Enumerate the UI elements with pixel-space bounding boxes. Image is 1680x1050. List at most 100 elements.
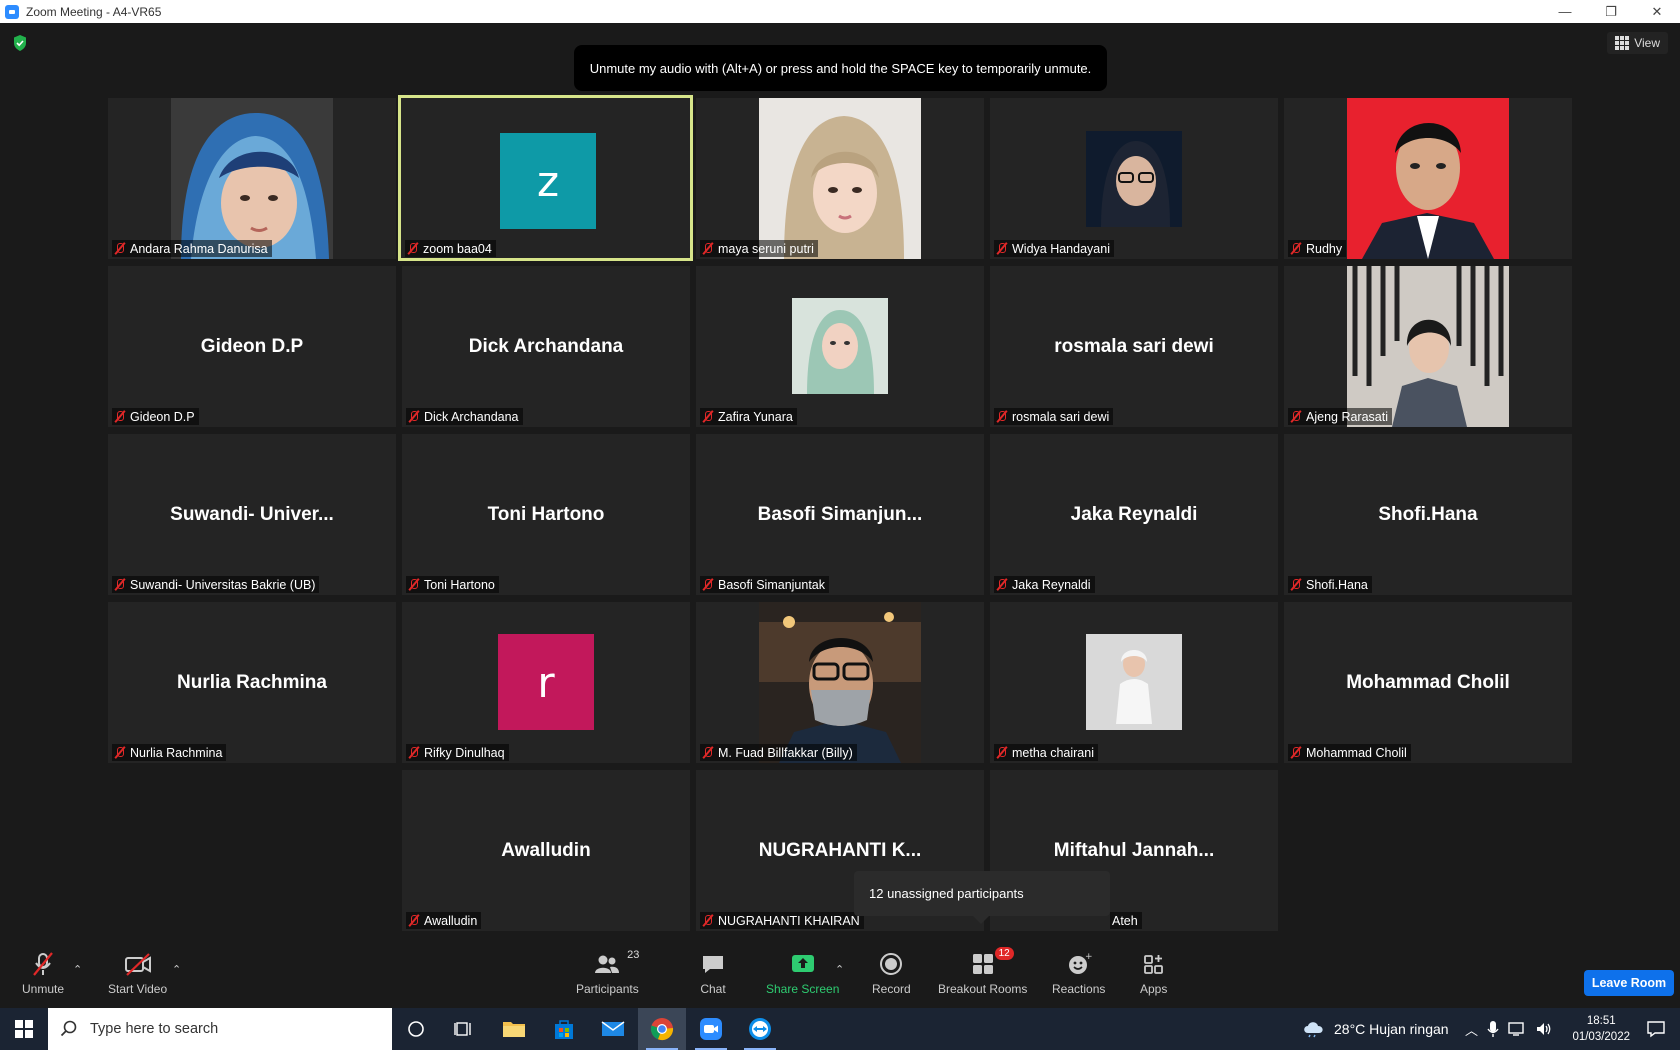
participant-tile[interactable]: Dick Archandana Dick Archandana (402, 266, 690, 427)
mic-muted-icon (996, 578, 1008, 591)
unmute-button[interactable]: Unmute (22, 951, 64, 996)
microphone-muted-icon (30, 951, 56, 977)
participant-tile[interactable]: Andara Rahma Danurisa (108, 98, 396, 259)
mic-muted-icon (1290, 410, 1302, 423)
participant-display-name: rosmala sari dewi (1054, 335, 1214, 357)
participant-photo (1347, 266, 1509, 427)
network-icon[interactable] (1508, 1021, 1526, 1037)
chat-icon (700, 951, 726, 977)
close-button[interactable]: ✕ (1634, 0, 1680, 23)
participant-tile[interactable]: Mohammad Cholil Mohammad Cholil (1284, 602, 1572, 763)
start-video-button[interactable]: Start Video (108, 951, 167, 996)
volume-icon[interactable] (1535, 1021, 1553, 1037)
breakout-rooms-button[interactable]: 12 Breakout Rooms (938, 947, 1027, 996)
mic-muted-icon (408, 578, 420, 591)
participant-display-name: Dick Archandana (468, 335, 624, 357)
participant-display-name: Toni Hartono (487, 503, 605, 525)
participant-tile[interactable]: Gideon D.P Gideon D.P (108, 266, 396, 427)
participant-tile[interactable]: Shofi.Hana Shofi.Hana (1284, 434, 1572, 595)
participant-label: Zafira Yunara (700, 408, 797, 425)
participant-tile[interactable]: Awalludin Awalludin (402, 770, 690, 931)
window-controls: — ❐ ✕ (1542, 0, 1680, 23)
reactions-button[interactable]: + Reactions (1052, 951, 1105, 996)
leave-room-button[interactable]: Leave Room (1584, 970, 1674, 996)
file-explorer-taskbar[interactable] (490, 1008, 538, 1050)
window-title: Zoom Meeting - A4-VR65 (26, 4, 162, 19)
cortana-button[interactable] (392, 1008, 440, 1050)
participant-tile[interactable]: M. Fuad Billfakkar (Billy) (696, 602, 984, 763)
mic-muted-icon (114, 242, 126, 255)
start-button[interactable] (0, 1008, 47, 1050)
task-view-button[interactable] (440, 1008, 488, 1050)
record-icon (878, 951, 904, 977)
participant-tile[interactable]: Jaka Reynaldi Jaka Reynaldi (990, 434, 1278, 595)
taskbar-search-box[interactable]: Type here to search (48, 1008, 392, 1050)
participant-tile[interactable]: Ajeng Rarasati (1284, 266, 1572, 427)
participant-tile[interactable]: maya seruni putri (696, 98, 984, 259)
share-options-chevron-icon[interactable]: ⌃ (835, 963, 844, 976)
zoom-taskbar[interactable] (687, 1008, 735, 1050)
participant-label: rosmala sari dewi (994, 408, 1114, 425)
participant-display-name: Shofi.Hana (1378, 503, 1478, 525)
reactions-smiley-icon: + (1066, 951, 1092, 977)
unassigned-participants-tooltip: 12 unassigned participants (854, 871, 1110, 924)
cortana-circle-icon (408, 1021, 424, 1037)
microphone-icon[interactable] (1487, 1020, 1499, 1038)
mic-muted-icon (702, 242, 714, 255)
participant-tile[interactable]: r Rifky Dinulhaq (402, 602, 690, 763)
video-off-icon (123, 951, 153, 977)
participant-tile-active-speaker[interactable]: z zoom baa04 (398, 95, 693, 261)
participant-tile[interactable]: Zafira Yunara (696, 266, 984, 427)
view-button[interactable]: View (1607, 32, 1668, 54)
participant-photo (1347, 98, 1509, 259)
taskbar-clock[interactable]: 18:51 01/03/2022 (1572, 1013, 1630, 1045)
mic-muted-icon (114, 578, 126, 591)
breakout-rooms-badge: 12 (994, 947, 1014, 960)
window-titlebar: Zoom Meeting - A4-VR65 — ❐ ✕ (0, 0, 1680, 23)
video-options-chevron-icon[interactable]: ⌃ (172, 963, 181, 976)
participant-tile[interactable]: Toni Hartono Toni Hartono (402, 434, 690, 595)
apps-button[interactable]: Apps (1140, 951, 1167, 996)
audio-options-chevron-icon[interactable]: ⌃ (73, 963, 82, 976)
mic-muted-icon (996, 746, 1008, 759)
participant-tile[interactable]: Suwandi- Univer... Suwandi- Universitas … (108, 434, 396, 595)
participant-photo (1086, 634, 1182, 730)
teamviewer-taskbar[interactable] (736, 1008, 784, 1050)
chat-button[interactable]: Chat (700, 951, 726, 996)
search-icon (60, 1020, 77, 1037)
participant-label: zoom baa04 (405, 240, 496, 257)
participant-display-name: Nurlia Rachmina (177, 671, 327, 693)
chrome-icon (650, 1018, 674, 1041)
clock-date: 01/03/2022 (1572, 1031, 1630, 1043)
mic-muted-icon (702, 578, 714, 591)
participant-display-name: Basofi Simanjun... (757, 503, 923, 525)
share-screen-icon (790, 951, 816, 977)
participant-tile[interactable]: Nurlia Rachmina Nurlia Rachmina (108, 602, 396, 763)
show-hidden-icons-chevron-icon[interactable]: ︿ (1465, 1020, 1478, 1039)
share-screen-button[interactable]: Share Screen (766, 951, 839, 996)
participant-display-name: Awalludin (501, 839, 591, 861)
participant-tile[interactable]: Widya Handayani (990, 98, 1278, 259)
participant-tile[interactable]: Rudhy (1284, 98, 1572, 259)
participant-photo (1086, 131, 1182, 227)
task-view-icon (454, 1022, 471, 1036)
store-taskbar[interactable] (540, 1008, 588, 1050)
notifications-button[interactable] (1632, 1008, 1680, 1050)
weather-widget[interactable]: 28°C Hujan ringan (1302, 1008, 1449, 1050)
participant-label: Mohammad Cholil (1288, 744, 1411, 761)
mail-taskbar[interactable] (589, 1008, 637, 1050)
mic-muted-icon (407, 242, 419, 255)
chrome-taskbar[interactable] (638, 1008, 686, 1050)
participants-button[interactable]: 23 Participants (576, 949, 639, 996)
security-shield-icon[interactable] (12, 34, 28, 52)
restore-button[interactable]: ❐ (1588, 0, 1634, 23)
participant-tile[interactable]: Basofi Simanjun... Basofi Simanjuntak (696, 434, 984, 595)
participant-tile[interactable]: rosmala sari dewi rosmala sari dewi (990, 266, 1278, 427)
participant-tile[interactable]: metha chairani (990, 602, 1278, 763)
minimize-button[interactable]: — (1542, 0, 1588, 23)
participants-icon: 23 (593, 949, 639, 977)
mic-muted-icon (114, 746, 126, 759)
record-button[interactable]: Record (872, 951, 911, 996)
participant-label: Ajeng Rarasati (1288, 408, 1392, 425)
grid-view-icon (1615, 36, 1630, 50)
